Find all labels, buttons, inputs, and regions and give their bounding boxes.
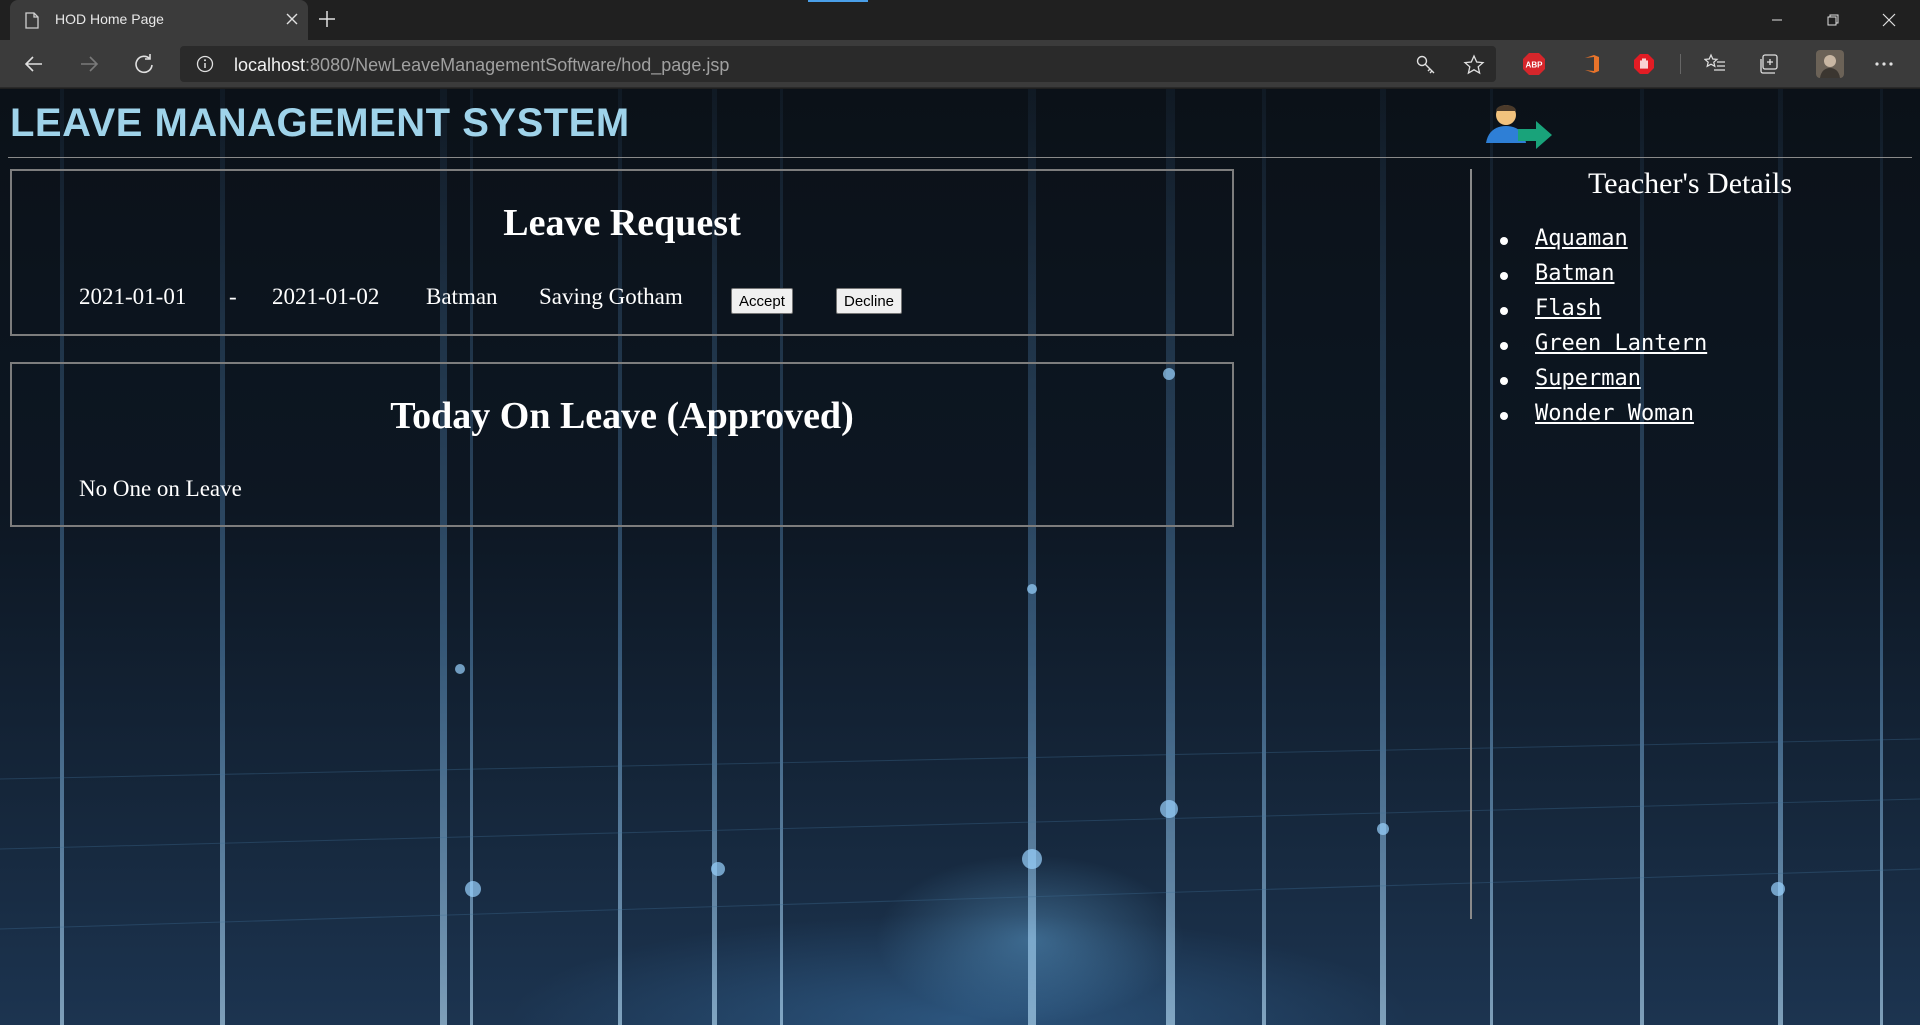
profile-avatar <box>1816 50 1844 78</box>
forward-button[interactable] <box>77 52 101 76</box>
toolbar-separator <box>1680 54 1681 74</box>
browser-tab-strip: HOD Home Page <box>0 0 1920 40</box>
teachers-heading: Teacher's Details <box>1587 167 1793 200</box>
new-tab-icon[interactable] <box>316 8 338 30</box>
site-title: LEAVE MANAGEMENT SYSTEM <box>10 101 630 145</box>
adblock-plus-icon: ABP <box>1523 53 1545 75</box>
request-reason: Saving Gotham <box>539 284 683 309</box>
request-teacher-name: Batman <box>426 284 498 309</box>
teacher-link-wonder-woman[interactable]: Wonder Woman <box>1535 401 1694 426</box>
refresh-button[interactable] <box>132 52 156 76</box>
list-item: Aquaman <box>1500 226 1707 261</box>
stop-button[interactable] <box>1632 52 1656 76</box>
bullet-icon <box>1500 342 1508 350</box>
loading-indicator <box>808 0 868 2</box>
address-bar[interactable]: localhost:8080/NewLeaveManagementSoftwar… <box>180 46 1496 82</box>
stop-hand-icon <box>1634 54 1654 74</box>
logout-icon[interactable] <box>1480 99 1554 149</box>
teachers-list: Aquaman Batman Flash Green Lantern Super… <box>1500 226 1707 436</box>
browser-toolbar: localhost:8080/NewLeaveManagementSoftwar… <box>0 40 1920 88</box>
teacher-link-green-lantern[interactable]: Green Lantern <box>1535 331 1707 356</box>
list-item: Superman <box>1500 366 1707 401</box>
forward-arrow-icon <box>81 56 99 72</box>
sidebar-divider <box>1470 169 1472 919</box>
more-icon <box>1875 62 1893 66</box>
teacher-link-aquaman[interactable]: Aquaman <box>1535 226 1628 251</box>
bullet-icon <box>1500 377 1508 385</box>
refresh-icon <box>135 54 153 74</box>
profile-button[interactable] <box>1816 50 1844 78</box>
collections-icon <box>1760 54 1778 74</box>
teacher-link-flash[interactable]: Flash <box>1535 296 1601 321</box>
close-window-button[interactable] <box>1864 0 1914 40</box>
today-on-leave-heading: Today On Leave (Approved) <box>390 395 854 437</box>
url-path: :8080/NewLeaveManagementSoftware/hod_pag… <box>305 55 730 75</box>
page-viewport: LEAVE MANAGEMENT SYSTEM Leave Request 20… <box>0 89 1920 1025</box>
bullet-icon <box>1500 272 1508 280</box>
today-on-leave-panel: Today On Leave (Approved) No One on Leav… <box>10 362 1234 527</box>
restore-icon <box>1827 14 1839 26</box>
decline-button[interactable]: Decline <box>836 288 903 314</box>
accept-button[interactable]: Accept <box>731 288 793 314</box>
office-icon <box>1585 55 1599 73</box>
request-from-date: 2021-01-01 <box>79 284 187 309</box>
svg-text:ABP: ABP <box>1526 61 1544 70</box>
bullet-icon <box>1500 237 1508 245</box>
back-button[interactable] <box>22 52 46 76</box>
bullet-icon <box>1500 412 1508 420</box>
list-item: Flash <box>1500 296 1707 331</box>
no-one-on-leave-text: No One on Leave <box>79 476 242 501</box>
request-date-separator: - <box>229 284 237 309</box>
adblock-plus-button[interactable]: ABP <box>1522 52 1546 76</box>
favorites-button[interactable] <box>1703 52 1727 76</box>
browser-tab[interactable]: HOD Home Page <box>10 0 308 40</box>
favorites-icon <box>1704 53 1725 71</box>
leave-request-panel: Leave Request 2021-01-01 - 2021-01-02 Ba… <box>10 169 1234 336</box>
key-icon[interactable] <box>1416 55 1436 75</box>
more-button[interactable] <box>1872 52 1896 76</box>
minimize-icon <box>1772 19 1782 21</box>
star-icon[interactable] <box>1463 54 1485 76</box>
info-icon[interactable] <box>196 55 214 73</box>
collections-button[interactable] <box>1757 52 1781 76</box>
list-item: Green Lantern <box>1500 331 1707 366</box>
header-divider <box>8 157 1912 158</box>
minimize-button[interactable] <box>1752 0 1802 40</box>
leave-request-heading: Leave Request <box>503 202 741 244</box>
teacher-link-superman[interactable]: Superman <box>1535 366 1641 391</box>
list-item: Wonder Woman <box>1500 401 1707 436</box>
page-icon <box>25 12 39 29</box>
url-text[interactable]: localhost:8080/NewLeaveManagementSoftwar… <box>234 55 729 76</box>
teacher-link-batman[interactable]: Batman <box>1535 261 1614 286</box>
tab-title: HOD Home Page <box>55 11 164 27</box>
bullet-icon <box>1500 307 1508 315</box>
back-arrow-icon <box>24 56 42 72</box>
close-icon <box>1882 13 1896 27</box>
url-host: localhost <box>234 55 306 75</box>
request-to-date: 2021-01-02 <box>272 284 380 309</box>
list-item: Batman <box>1500 261 1707 296</box>
restore-button[interactable] <box>1808 0 1858 40</box>
office-button[interactable] <box>1580 52 1604 76</box>
close-tab-icon[interactable] <box>284 11 300 27</box>
